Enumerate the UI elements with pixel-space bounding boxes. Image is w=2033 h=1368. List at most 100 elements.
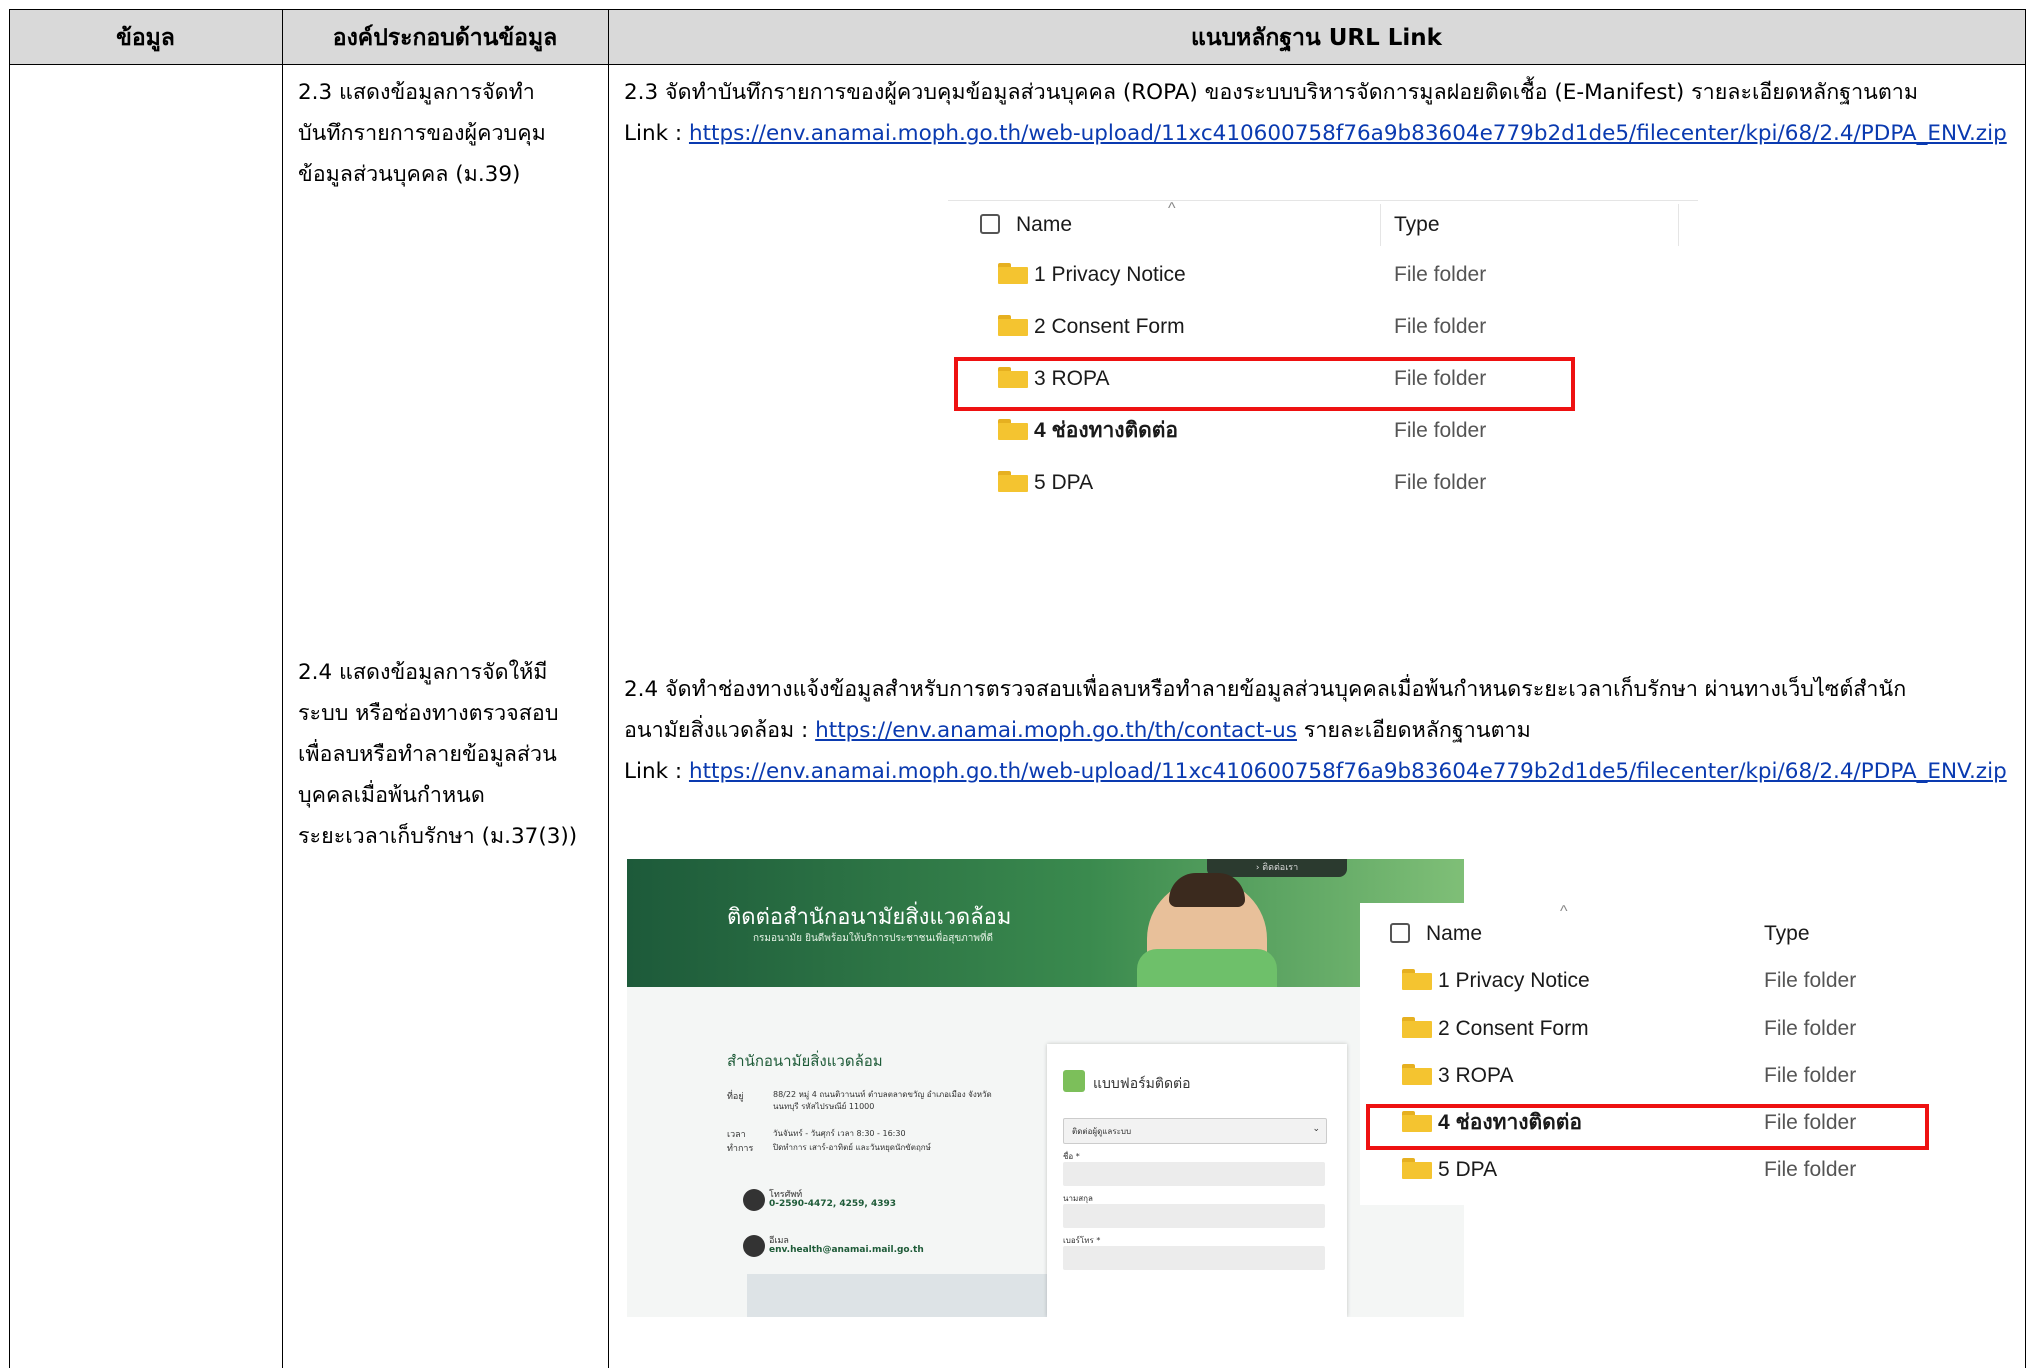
explorer-header-type[interactable]: Type [1764,912,1810,956]
folder-item[interactable]: 1 Privacy Notice [1402,959,1590,1003]
folder-type: File folder [1764,969,1857,992]
row2-component-line: 2.4 แสดงข้อมูลการจัดให้มี [298,660,548,685]
row2-evidence-text: 2.4 จัดทำช่องทางแจ้งข้อมูลสำหรับการตรวจส… [624,677,1907,702]
folder-item[interactable]: 4 ช่องทางติดต่อ [998,409,1178,453]
row1-component-line: 2.3 แสดงข้อมูลการจัดทำ [298,80,535,105]
evidence-zip-link[interactable]: https://env.anamai.moph.go.th/web-upload… [689,759,2007,784]
select-all-checkbox[interactable] [1390,923,1410,943]
highlight-box-contact-channel [1366,1104,1929,1150]
closed-label: ทำการ [727,1144,754,1154]
sort-chevron-up-icon[interactable]: ^ [1560,903,1568,921]
folder-icon [1402,969,1432,990]
folder-type: File folder [1394,263,1487,286]
location-map[interactable] [747,1274,1047,1317]
chevron-down-icon: ⌄ [1312,1124,1320,1134]
row2-component-line: ระบบ หรือช่องทางตรวจสอบ [298,701,559,726]
row1-evidence-text: 2.3 จัดทำบันทึกรายการของผู้ควบคุมข้อมูลส… [624,80,1919,105]
folder-item[interactable]: 1 Privacy Notice [998,253,1186,297]
header-component: องค์ประกอบด้านข้อมูล [332,25,558,51]
address-text: 88/22 หมู่ 4 ถนนติวานนท์ ตำบลตลาดขวัญ อำ… [773,1090,992,1111]
table-border-left [9,9,10,1368]
folder-item[interactable]: 2 Consent Form [998,305,1185,349]
row1-component-line: บันทึกรายการของผู้ควบคุม [298,121,546,146]
time-label: เวลา [727,1130,746,1140]
folder-type: File folder [1764,1158,1857,1181]
surname-field[interactable] [1063,1204,1325,1228]
phone-field[interactable] [1063,1246,1325,1270]
row1-evidence: 2.3 จัดทำบันทึกรายการของผู้ควบคุมข้อมูลส… [624,72,2019,154]
row1-component-line: ข้อมูลส่วนบุคคล (ม.39) [298,162,521,187]
folder-name: 2 Consent Form [1438,1017,1589,1040]
email-icon [743,1235,765,1257]
explorer-header-name[interactable]: Name [980,203,1072,247]
org-name: สำนักอนามัยสิ่งแวดล้อม [727,1052,883,1070]
link-prefix: Link : [624,121,689,146]
row2-evidence-line2: อนามัยสิ่งแวดล้อม : https://env.anamai.m… [624,710,2019,751]
website-contact-screenshot: › ติดต่อเรา ติดต่อสำนักอนามัยสิ่งแวดล้อม… [627,859,1464,1317]
column-name-label: Name [1016,213,1073,236]
evidence-text-prefix: อนามัยสิ่งแวดล้อม : [624,718,816,743]
name-field[interactable] [1063,1162,1325,1186]
folder-name: 1 Privacy Notice [1034,263,1186,286]
folder-name: 5 DPA [1438,1158,1498,1181]
header-data: ข้อมูล [116,25,175,51]
address-label: ที่อยู่ [727,1092,744,1102]
row1-link-line: Link : https://env.anamai.moph.go.th/web… [624,113,2019,154]
folder-name: 5 DPA [1034,471,1094,494]
explorer-header-name[interactable]: Name [1390,912,1482,956]
highlight-box-ropa [954,357,1575,411]
sort-chevron-up-icon[interactable]: ^ [1168,200,1176,218]
folder-type: File folder [1764,1017,1857,1040]
row2-evidence: 2.4 จัดทำช่องทางแจ้งข้อมูลสำหรับการตรวจส… [624,669,2019,792]
folder-item[interactable]: 2 Consent Form [1402,1007,1589,1051]
folder-type: File folder [1394,471,1487,494]
row2-component: 2.4 แสดงข้อมูลการจัดให้มี ระบบ หรือช่องท… [298,652,598,857]
contact-form-card: แบบฟอร์มติดต่อ ติดต่อผู้ดูแลระบบ ⌄ ชื่อ … [1047,1044,1347,1317]
link-prefix: Link : [624,759,689,784]
banner-child-image [1137,873,1277,987]
banner-title: ติดต่อสำนักอนามัยสิ่งแวดล้อม [727,905,1012,930]
folder-item[interactable]: 5 DPA [1402,1148,1497,1192]
folder-icon [1402,1017,1432,1038]
folder-icon [1402,1158,1432,1179]
row2-link-line: Link : https://env.anamai.moph.go.th/web… [624,751,2019,792]
form-icon [1063,1070,1085,1092]
table-border-top [9,9,2026,10]
file-explorer-panel-2: ^ Name Type 1 Privacy Notice File folder… [1360,903,2010,1205]
phone-number[interactable]: 0-2590-4472, 4259, 4393 [769,1199,896,1209]
contact-topic-select[interactable]: ติดต่อผู้ดูแลระบบ ⌄ [1063,1118,1327,1144]
folder-name: 4 ช่องทางติดต่อ [1034,419,1179,442]
time-text: วันจันทร์ - วันศุกร์ เวลา 8:30 - 16:30 [773,1129,906,1138]
folder-item[interactable]: 5 DPA [998,461,1093,505]
column-separator [1678,204,1679,246]
folder-icon [998,315,1028,336]
explorer-header-line [948,200,1698,201]
folder-type: File folder [1394,419,1487,442]
row2-component-line: เพื่อลบหรือทำลายข้อมูลส่วน [298,742,557,767]
folder-icon [1402,1064,1432,1085]
contact-us-link[interactable]: https://env.anamai.moph.go.th/th/contact… [815,718,1297,743]
folder-type: File folder [1764,1064,1857,1087]
column-separator [1380,204,1381,246]
column-name-label: Name [1426,922,1483,945]
phone-icon [743,1189,765,1211]
evidence-text-suffix: รายละเอียดหลักฐานตาม [1296,718,1531,743]
folder-icon [998,471,1028,492]
table-border-right [2025,9,2026,1368]
email-address[interactable]: env.health@anamai.mail.go.th [769,1245,924,1255]
explorer-header-type[interactable]: Type [1394,203,1440,247]
evidence-zip-link[interactable]: https://env.anamai.moph.go.th/web-upload… [689,121,2007,146]
row1-component: 2.3 แสดงข้อมูลการจัดทำ บันทึกรายการของผู… [298,72,598,195]
folder-name: 3 ROPA [1438,1064,1514,1087]
row2-component-line: บุคคลเมื่อพ้นกำหนด [298,783,485,808]
select-all-checkbox[interactable] [980,214,1000,234]
folder-name: 2 Consent Form [1034,315,1185,338]
folder-icon [998,419,1028,440]
folder-name: 1 Privacy Notice [1438,969,1590,992]
banner-subtitle: กรมอนามัย ยินดีพร้อมให้บริการประชาชนเพื่… [753,933,994,944]
file-explorer-panel-1: ^ Name Type 1 Privacy Notice File folder… [948,198,1698,510]
folder-item[interactable]: 3 ROPA [1402,1054,1513,1098]
row2-component-line: ระยะเวลาเก็บรักษา (ม.37(3)) [298,824,578,849]
select-value: ติดต่อผู้ดูแลระบบ [1072,1127,1132,1136]
closed-text: ปิดทำการ เสาร์-อาทิตย์ และวันหยุดนักขัตฤ… [773,1143,931,1152]
